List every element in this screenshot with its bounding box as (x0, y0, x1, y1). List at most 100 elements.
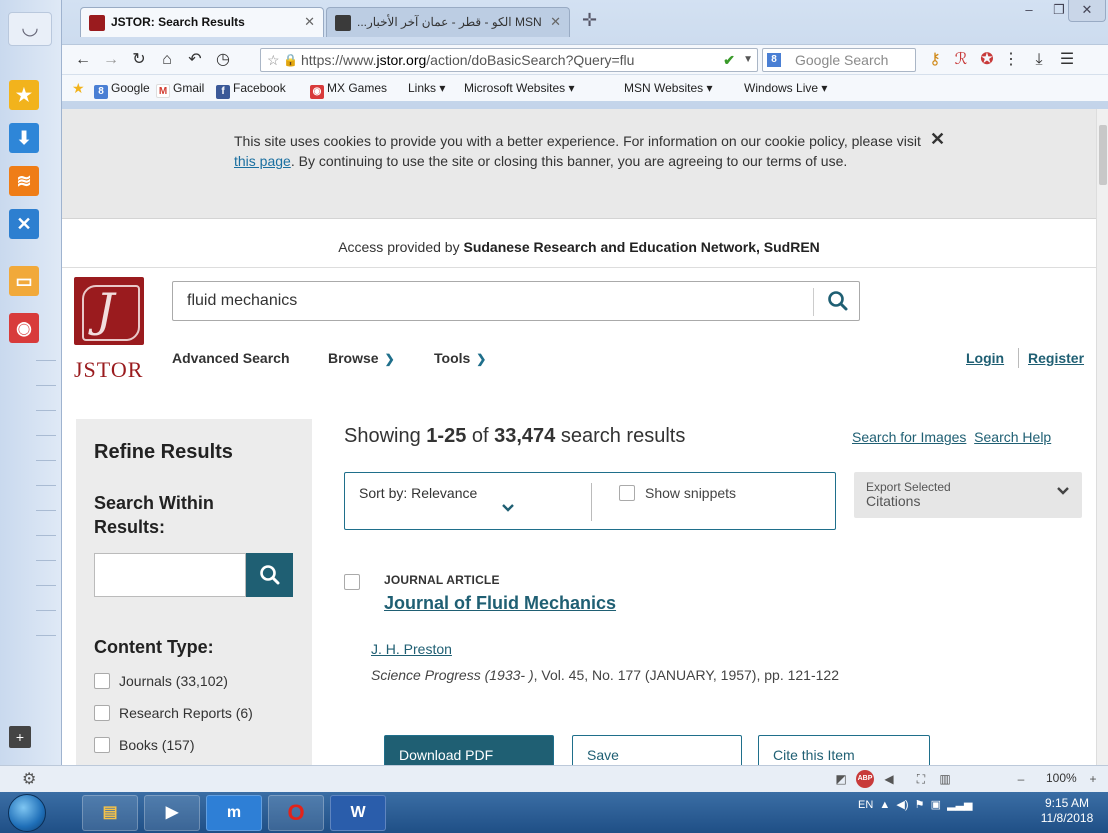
save-button[interactable]: Save (572, 735, 742, 765)
page-scrollbar[interactable] (1096, 109, 1108, 765)
advanced-search-link[interactable]: Advanced Search (172, 350, 290, 366)
rss-icon[interactable]: ≋ (9, 166, 39, 196)
sound-icon[interactable]: ◀ (880, 770, 898, 788)
favorites-star-icon[interactable]: ★ (9, 80, 39, 110)
bookmark-star-icon[interactable]: ☆ (267, 49, 280, 71)
register-link[interactable]: Register (1028, 350, 1084, 366)
word-taskbar-icon[interactable]: W (330, 795, 386, 831)
explorer-taskbar-icon[interactable]: ▤ (82, 795, 138, 831)
speed-icon[interactable]: ◩ (832, 770, 850, 788)
search-icon (260, 565, 280, 585)
bookmark-mx-games[interactable]: ◉ MX Games (310, 75, 387, 101)
addon-icon[interactable]: ℛ (950, 49, 972, 71)
msn-favicon-icon (335, 15, 351, 31)
tab-close-icon[interactable]: ✕ (550, 8, 561, 36)
chevron-down-icon[interactable] (501, 503, 515, 513)
cookie-close-icon[interactable]: ✕ (930, 129, 945, 150)
search-help-link[interactable]: Search Help (974, 429, 1051, 445)
adblock-icon[interactable]: ABP (856, 770, 874, 788)
addon-check-icon[interactable]: ✔ (723, 49, 735, 71)
start-button[interactable] (8, 794, 46, 832)
gear-icon[interactable]: ⚙ (22, 769, 36, 789)
export-citations-button[interactable]: Export Selected Citations (854, 472, 1082, 518)
bookmark-gmail[interactable]: M Gmail (156, 75, 204, 101)
zoom-out-icon[interactable]: – (1012, 770, 1030, 788)
search-input[interactable]: fluid mechanics (187, 292, 297, 310)
checkbox[interactable] (94, 673, 110, 689)
cite-this-item-button[interactable]: Cite this Item (758, 735, 930, 765)
bookmark-microsoft-websites[interactable]: Microsoft Websites ▾ (464, 75, 575, 101)
result-select-checkbox[interactable] (344, 574, 360, 590)
filter-journals[interactable]: Journals (33,102) (94, 673, 228, 689)
opera-taskbar-icon[interactable]: O (268, 795, 324, 831)
sort-select[interactable]: Sort by: Relevance (359, 485, 477, 501)
url-bar[interactable]: ☆ 🔒 https://www.jstor.org/action/doBasic… (260, 48, 758, 72)
url-dropdown-icon[interactable]: ▼ (743, 49, 753, 71)
tab-close-icon[interactable]: ✕ (304, 8, 315, 36)
tab-bar: JSTOR: Search Results ✕ ...الكو - قطر - … (62, 0, 1108, 44)
checkbox[interactable] (619, 485, 635, 501)
bookmark-msn-websites[interactable]: MSN Websites ▾ (624, 75, 713, 101)
maxthon-taskbar-icon[interactable]: m (206, 795, 262, 831)
back-icon[interactable]: ← (72, 49, 94, 71)
bookmarks-bar: ★ 8 Google M Gmail f Facebook ◉ MX Games Lin… (62, 74, 1108, 101)
notifications-icon[interactable]: ⋮ (1000, 49, 1022, 71)
google-search-field[interactable]: 8 Google Search (762, 48, 916, 72)
facebook-icon: f (216, 85, 230, 99)
search-icon (828, 291, 848, 311)
menu-icon[interactable]: ☰ (1056, 49, 1078, 71)
reload-icon[interactable]: ↻ (128, 49, 150, 71)
show-snippets-toggle[interactable]: Show snippets (619, 485, 736, 501)
bookmark-links[interactable]: Links ▾ (408, 75, 445, 101)
add-icon[interactable]: + (9, 726, 31, 748)
undo-close-icon[interactable]: ↶ (184, 49, 206, 71)
tab-msn[interactable]: ...الكو - قطر - عمان آخر الأخبار MSN ✕ (326, 7, 570, 37)
games-icon[interactable]: ◉ (9, 313, 39, 343)
browse-menu[interactable]: Browse ❯ (328, 350, 395, 366)
search-within-input[interactable] (94, 553, 246, 597)
navigation-bar: ← → ↻ ⌂ ↶ ◷ ☆ 🔒 https://www.jstor.org/ac… (62, 44, 1108, 74)
tab-jstor[interactable]: JSTOR: Search Results ✕ (80, 7, 324, 37)
downloads-icon[interactable]: ⤓ (1028, 49, 1050, 71)
status-bar: ⚙ ◩ ABP ◀ ⛶ ▥ – 100% + (0, 765, 1108, 792)
notes-icon[interactable]: ▭ (9, 266, 39, 296)
cookie-policy-link[interactable]: this page (234, 153, 291, 169)
games-addon-icon[interactable]: ✪ (976, 49, 998, 71)
bookmarks-star-icon[interactable]: ★ (72, 75, 85, 101)
browser-chrome: JSTOR: Search Results ✕ ...الكو - قطر - … (62, 0, 1108, 109)
download-icon[interactable]: ⬇ (9, 123, 39, 153)
forward-icon[interactable]: → (100, 49, 122, 71)
checkbox[interactable] (94, 705, 110, 721)
bookmark-windows-live[interactable]: Windows Live ▾ (744, 75, 827, 101)
layout-icon[interactable]: ▥ (936, 770, 954, 788)
search-button[interactable] (821, 286, 855, 316)
bookmark-google[interactable]: 8 Google (94, 75, 150, 101)
key-icon[interactable]: ⚷ (924, 49, 946, 71)
search-box[interactable]: fluid mechanics (172, 281, 860, 321)
minimize-icon[interactable]: – (1014, 0, 1044, 22)
content-type-heading: Content Type: (94, 637, 214, 657)
tools-icon[interactable]: ✕ (9, 209, 39, 239)
jstor-logo[interactable]: JSTOR (74, 277, 144, 385)
fullscreen-icon[interactable]: ⛶ (912, 770, 930, 788)
tools-menu[interactable]: Tools ❯ (434, 350, 486, 366)
login-link[interactable]: Login (966, 350, 1004, 366)
search-within-button[interactable] (246, 553, 293, 597)
result-title-link[interactable]: Journal of Fluid Mechanics (384, 593, 616, 614)
filter-books[interactable]: Books (157) (94, 737, 194, 753)
filter-research-reports[interactable]: Research Reports (6) (94, 705, 253, 721)
clock[interactable]: 9:15 AM 11/8/2018 (1034, 796, 1100, 826)
home-icon[interactable]: ⌂ (156, 49, 178, 71)
result-author-link[interactable]: J. H. Preston (371, 641, 452, 657)
new-tab-icon[interactable]: ✛ (582, 10, 597, 31)
media-player-taskbar-icon[interactable]: ▶ (144, 795, 200, 831)
zoom-in-icon[interactable]: + (1084, 770, 1102, 788)
history-icon[interactable]: ◷ (212, 49, 234, 71)
window-close-icon[interactable]: ✕ (1068, 0, 1106, 22)
search-for-images-link[interactable]: Search for Images (852, 429, 966, 445)
side-app-strip: ◡ ★ ⬇ ≋ ✕ ▭ ◉ + (0, 0, 62, 792)
checkbox[interactable] (94, 737, 110, 753)
bookmark-facebook[interactable]: f Facebook (216, 75, 286, 101)
smiley-icon[interactable]: ◡ (8, 12, 52, 46)
download-pdf-button[interactable]: Download PDF (384, 735, 554, 765)
